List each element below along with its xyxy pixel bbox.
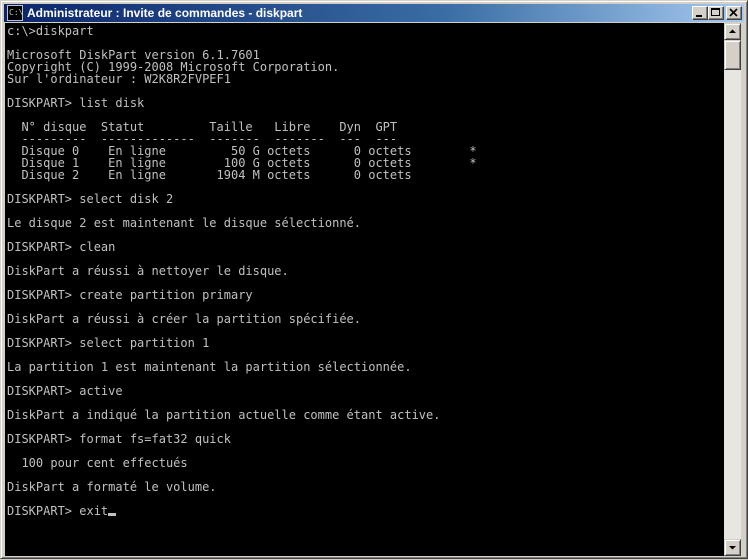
console-line: DISKPART> select disk 2 — [7, 192, 174, 206]
console-line: Disque 2 En ligne 1904 M octets 0 octets — [7, 168, 412, 182]
minimize-icon — [696, 15, 702, 17]
console-history: c:\>diskpart Microsoft DiskPart version … — [7, 24, 477, 494]
console-prompt-line: DISKPART> exit — [7, 504, 109, 518]
console-line: DISKPART> select partition 1 — [7, 336, 210, 350]
scroll-up-button[interactable] — [724, 23, 741, 40]
title-bar[interactable]: C:\ Administrateur : Invite de commandes… — [4, 4, 744, 22]
console-line: DISKPART> list disk — [7, 96, 145, 110]
text-cursor — [108, 513, 117, 516]
console-line: Le disque 2 est maintenant le disque sél… — [7, 216, 362, 230]
vertical-scrollbar[interactable] — [724, 23, 741, 556]
console-line: DISKPART> active — [7, 384, 123, 398]
scroll-down-button[interactable] — [724, 539, 741, 556]
close-button[interactable] — [726, 6, 742, 20]
maximize-icon — [711, 8, 720, 16]
console-line: DISKPART> format fs=fat32 quick — [7, 432, 231, 446]
close-icon — [729, 8, 738, 17]
console-line: DiskPart a réussi à nettoyer le disque. — [7, 264, 289, 278]
command-prompt-window: C:\ Administrateur : Invite de commandes… — [0, 0, 748, 559]
console-line: Sur l'ordinateur : W2K8R2FVPEF1 — [7, 72, 231, 86]
console-line: DiskPart a indiqué la partition actuelle… — [7, 408, 441, 422]
maximize-button[interactable] — [708, 6, 724, 20]
console-line: DiskPart a formaté le volume. — [7, 480, 217, 494]
scroll-down-arrow-icon — [729, 546, 736, 550]
console-line: 100 pour cent effectués — [7, 456, 188, 470]
cmd-app-icon[interactable]: C:\ — [7, 5, 23, 21]
console-line: DiskPart a réussi à créer la partition s… — [7, 312, 362, 326]
console-output-area[interactable]: c:\>diskpart Microsoft DiskPart version … — [5, 23, 724, 556]
window-title: Administrateur : Invite de commandes - d… — [27, 6, 303, 20]
console-line: c:\>diskpart — [7, 24, 94, 38]
console-line: DISKPART> create partition primary — [7, 288, 253, 302]
minimize-button[interactable] — [692, 6, 708, 20]
console-line: La partition 1 est maintenant la partiti… — [7, 360, 412, 374]
scrollbar-thumb[interactable] — [724, 40, 741, 70]
console-line: DISKPART> clean — [7, 240, 116, 254]
scroll-up-arrow-icon — [729, 29, 736, 33]
console-text: c:\>diskpart Microsoft DiskPart version … — [7, 25, 477, 517]
